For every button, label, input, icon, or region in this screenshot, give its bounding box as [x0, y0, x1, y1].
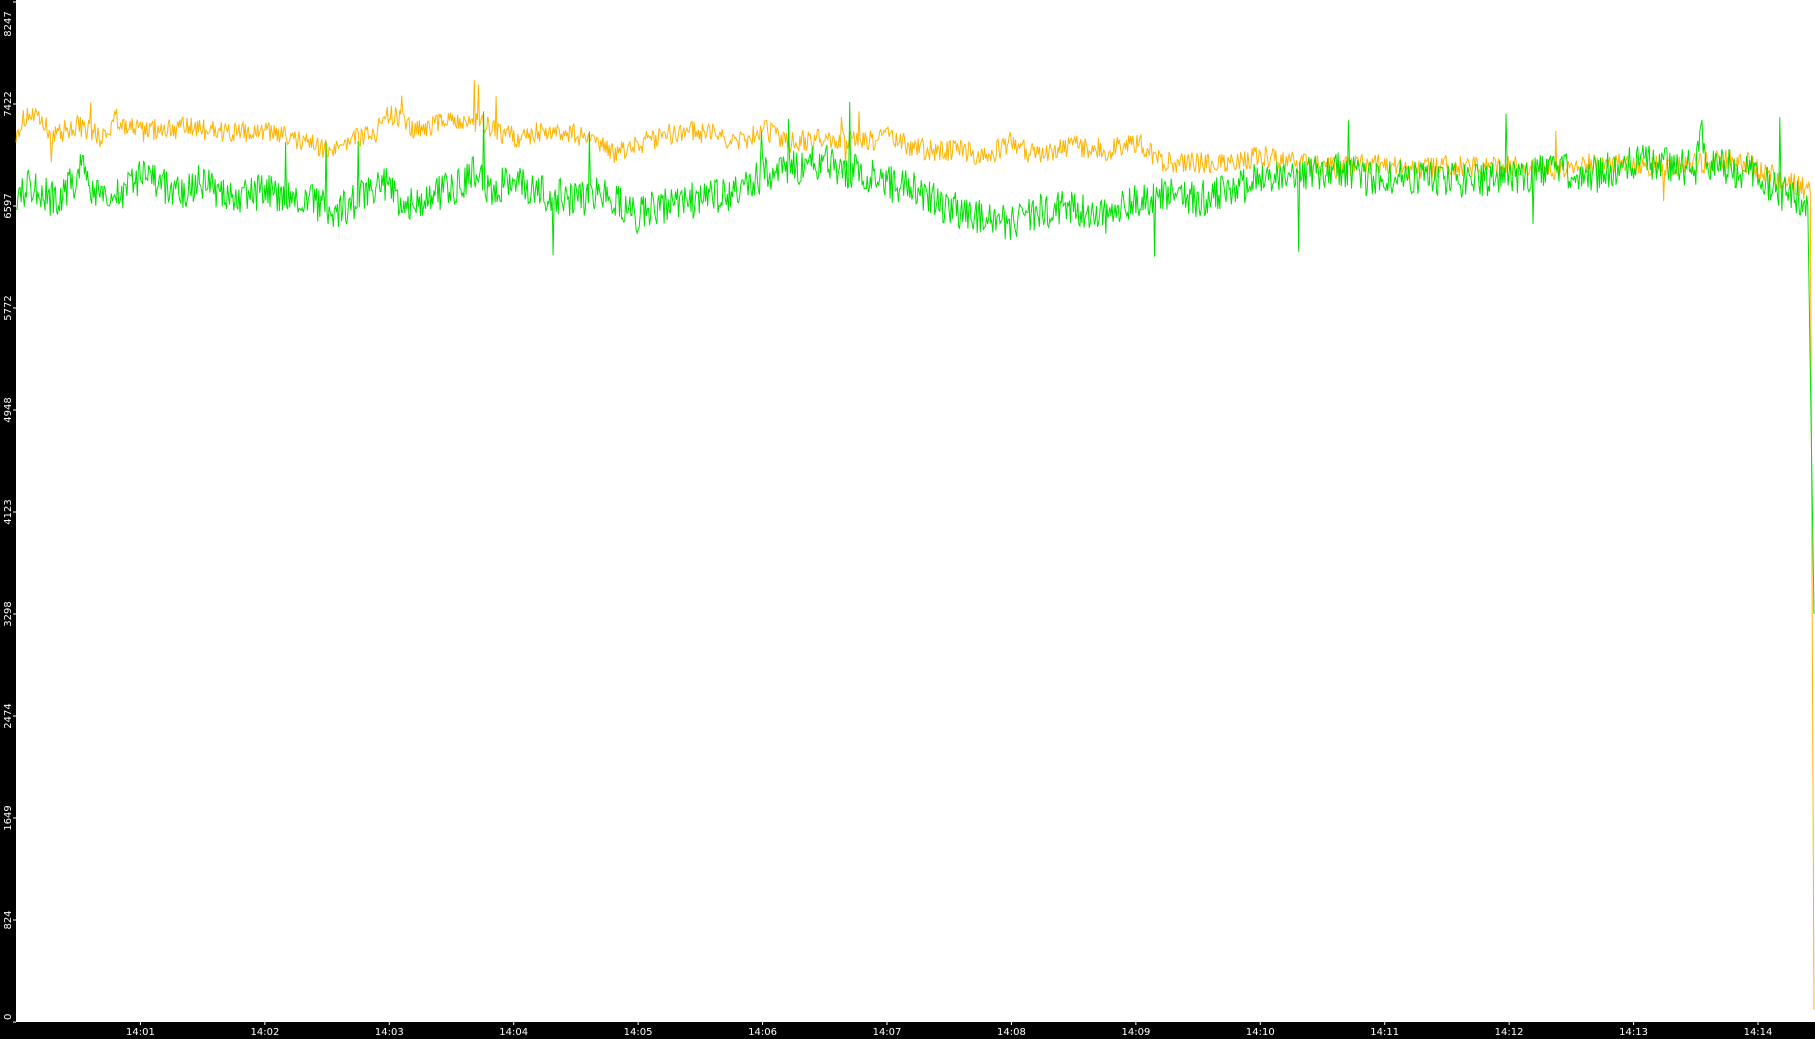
- x-tick-label: 14:05: [624, 1027, 653, 1038]
- y-tick-label: 7422: [3, 91, 14, 116]
- x-tick-label: 14:12: [1495, 1027, 1524, 1038]
- y-tick-label: 1649: [3, 805, 14, 830]
- chart-area: 0 824 1649 2474 3298 4123 4948 5772 6597 7422 8247…: [0, 0, 1815, 1039]
- x-tick-label: 14:09: [1121, 1027, 1150, 1038]
- x-tick-label: 14:02: [250, 1027, 279, 1038]
- y-tick-label: 4948: [3, 397, 14, 422]
- x-tick-label: 14:07: [873, 1027, 902, 1038]
- x-tick-label: 14:03: [375, 1027, 404, 1038]
- y-tick-label: 6597: [3, 193, 14, 218]
- x-tick-label: 14:01: [126, 1027, 155, 1038]
- x-tick-label: 14:11: [1370, 1027, 1399, 1038]
- x-tick-label: 14:14: [1744, 1027, 1773, 1038]
- x-tick-label: 14:13: [1619, 1027, 1648, 1038]
- y-tick-label: 5772: [3, 295, 14, 320]
- y-tick-label: 824: [3, 910, 14, 929]
- x-tick-label: 14:04: [499, 1027, 528, 1038]
- y-tick-label: 8247: [3, 11, 14, 36]
- x-tick-label: 14:10: [1246, 1027, 1275, 1038]
- x-tick-label: 14:08: [997, 1027, 1026, 1038]
- y-tick-label: 3298: [3, 601, 14, 626]
- y-tick-label: 2474: [3, 703, 14, 728]
- line-chart: 0 824 1649 2474 3298 4123 4948 5772 6597 7422 8247…: [0, 0, 1815, 1039]
- y-tick-label: 4123: [3, 499, 14, 524]
- y-tick-label: 0: [3, 1014, 14, 1020]
- x-tick-label: 14:06: [748, 1027, 777, 1038]
